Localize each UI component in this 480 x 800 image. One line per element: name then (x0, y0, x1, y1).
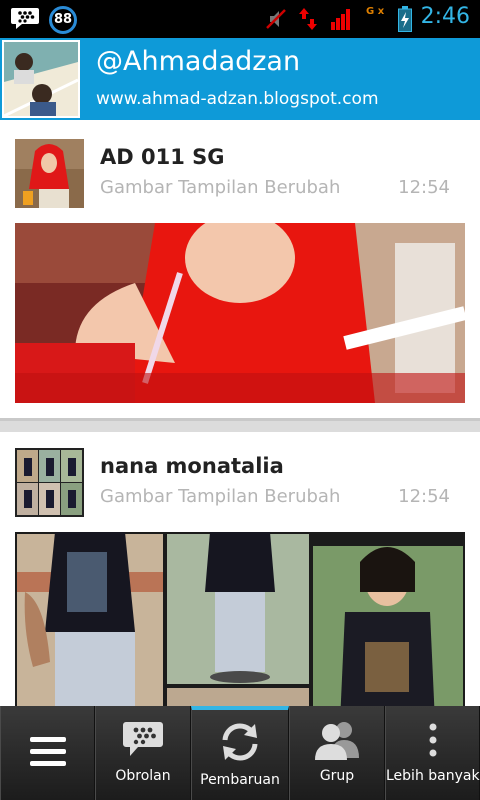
nav-chats-button[interactable]: Obrolan (95, 706, 191, 800)
nav-more-button[interactable]: Lebih banyak (385, 706, 480, 800)
profile-url[interactable]: www.ahmad-adzan.blogspot.com (96, 89, 379, 109)
contact-avatar[interactable] (15, 139, 84, 208)
update-time: 12:54 (398, 486, 450, 507)
profile-name: @Ahmadadzan (96, 46, 301, 77)
more-icon (429, 723, 436, 757)
update-item[interactable]: AD 011 SG Gambar Tampilan Berubah 12:54 (0, 120, 480, 418)
chat-icon (123, 722, 163, 756)
contact-name: nana monatalia (100, 454, 284, 478)
group-icon (315, 722, 359, 760)
update-photo[interactable] (15, 532, 465, 706)
bottom-navigation: Obrolan Pembaruan Grup Lebih banyak (0, 706, 480, 800)
notification-count-badge: 88 (49, 6, 77, 34)
nav-updates-button[interactable]: Pembaruan (191, 706, 289, 800)
nav-label-chats: Obrolan (115, 768, 171, 784)
nav-label-more: Lebih banyak (386, 768, 480, 784)
contact-avatar[interactable] (15, 448, 84, 517)
updates-feed[interactable]: AD 011 SG Gambar Tampilan Berubah 12:54 (0, 120, 480, 706)
clock: 2:46 (420, 4, 470, 29)
status-bar: 88 G x 2:46 (0, 0, 480, 38)
update-time: 12:54 (398, 177, 450, 198)
menu-icon (29, 737, 66, 766)
nav-groups-button[interactable]: Grup (289, 706, 385, 800)
update-item[interactable]: nana monatalia Gambar Tampilan Berubah 1… (0, 432, 480, 706)
profile-header[interactable]: @Ahmadadzan www.ahmad-adzan.blogspot.com (0, 38, 480, 120)
bbm-notification-icon (11, 8, 39, 29)
nav-menu-button[interactable] (0, 706, 95, 800)
contact-name: AD 011 SG (100, 145, 225, 169)
update-photo[interactable] (15, 223, 465, 403)
profile-avatar[interactable] (2, 40, 80, 118)
nav-label-updates: Pembaruan (200, 772, 280, 788)
separator (0, 418, 480, 432)
signal-icon (331, 9, 350, 30)
bbm-updates-screen: 88 G x 2:46 @Ahmadadzan www.ahmad-adzan.… (0, 0, 480, 800)
update-status: Gambar Tampilan Berubah (100, 177, 341, 198)
battery-charging-icon (398, 6, 412, 32)
refresh-icon (222, 723, 258, 761)
update-status: Gambar Tampilan Berubah (100, 486, 341, 507)
mute-icon (266, 9, 286, 29)
data-transfer-icon (299, 8, 317, 30)
nav-label-groups: Grup (319, 768, 355, 784)
network-type-label: G x (366, 6, 385, 17)
